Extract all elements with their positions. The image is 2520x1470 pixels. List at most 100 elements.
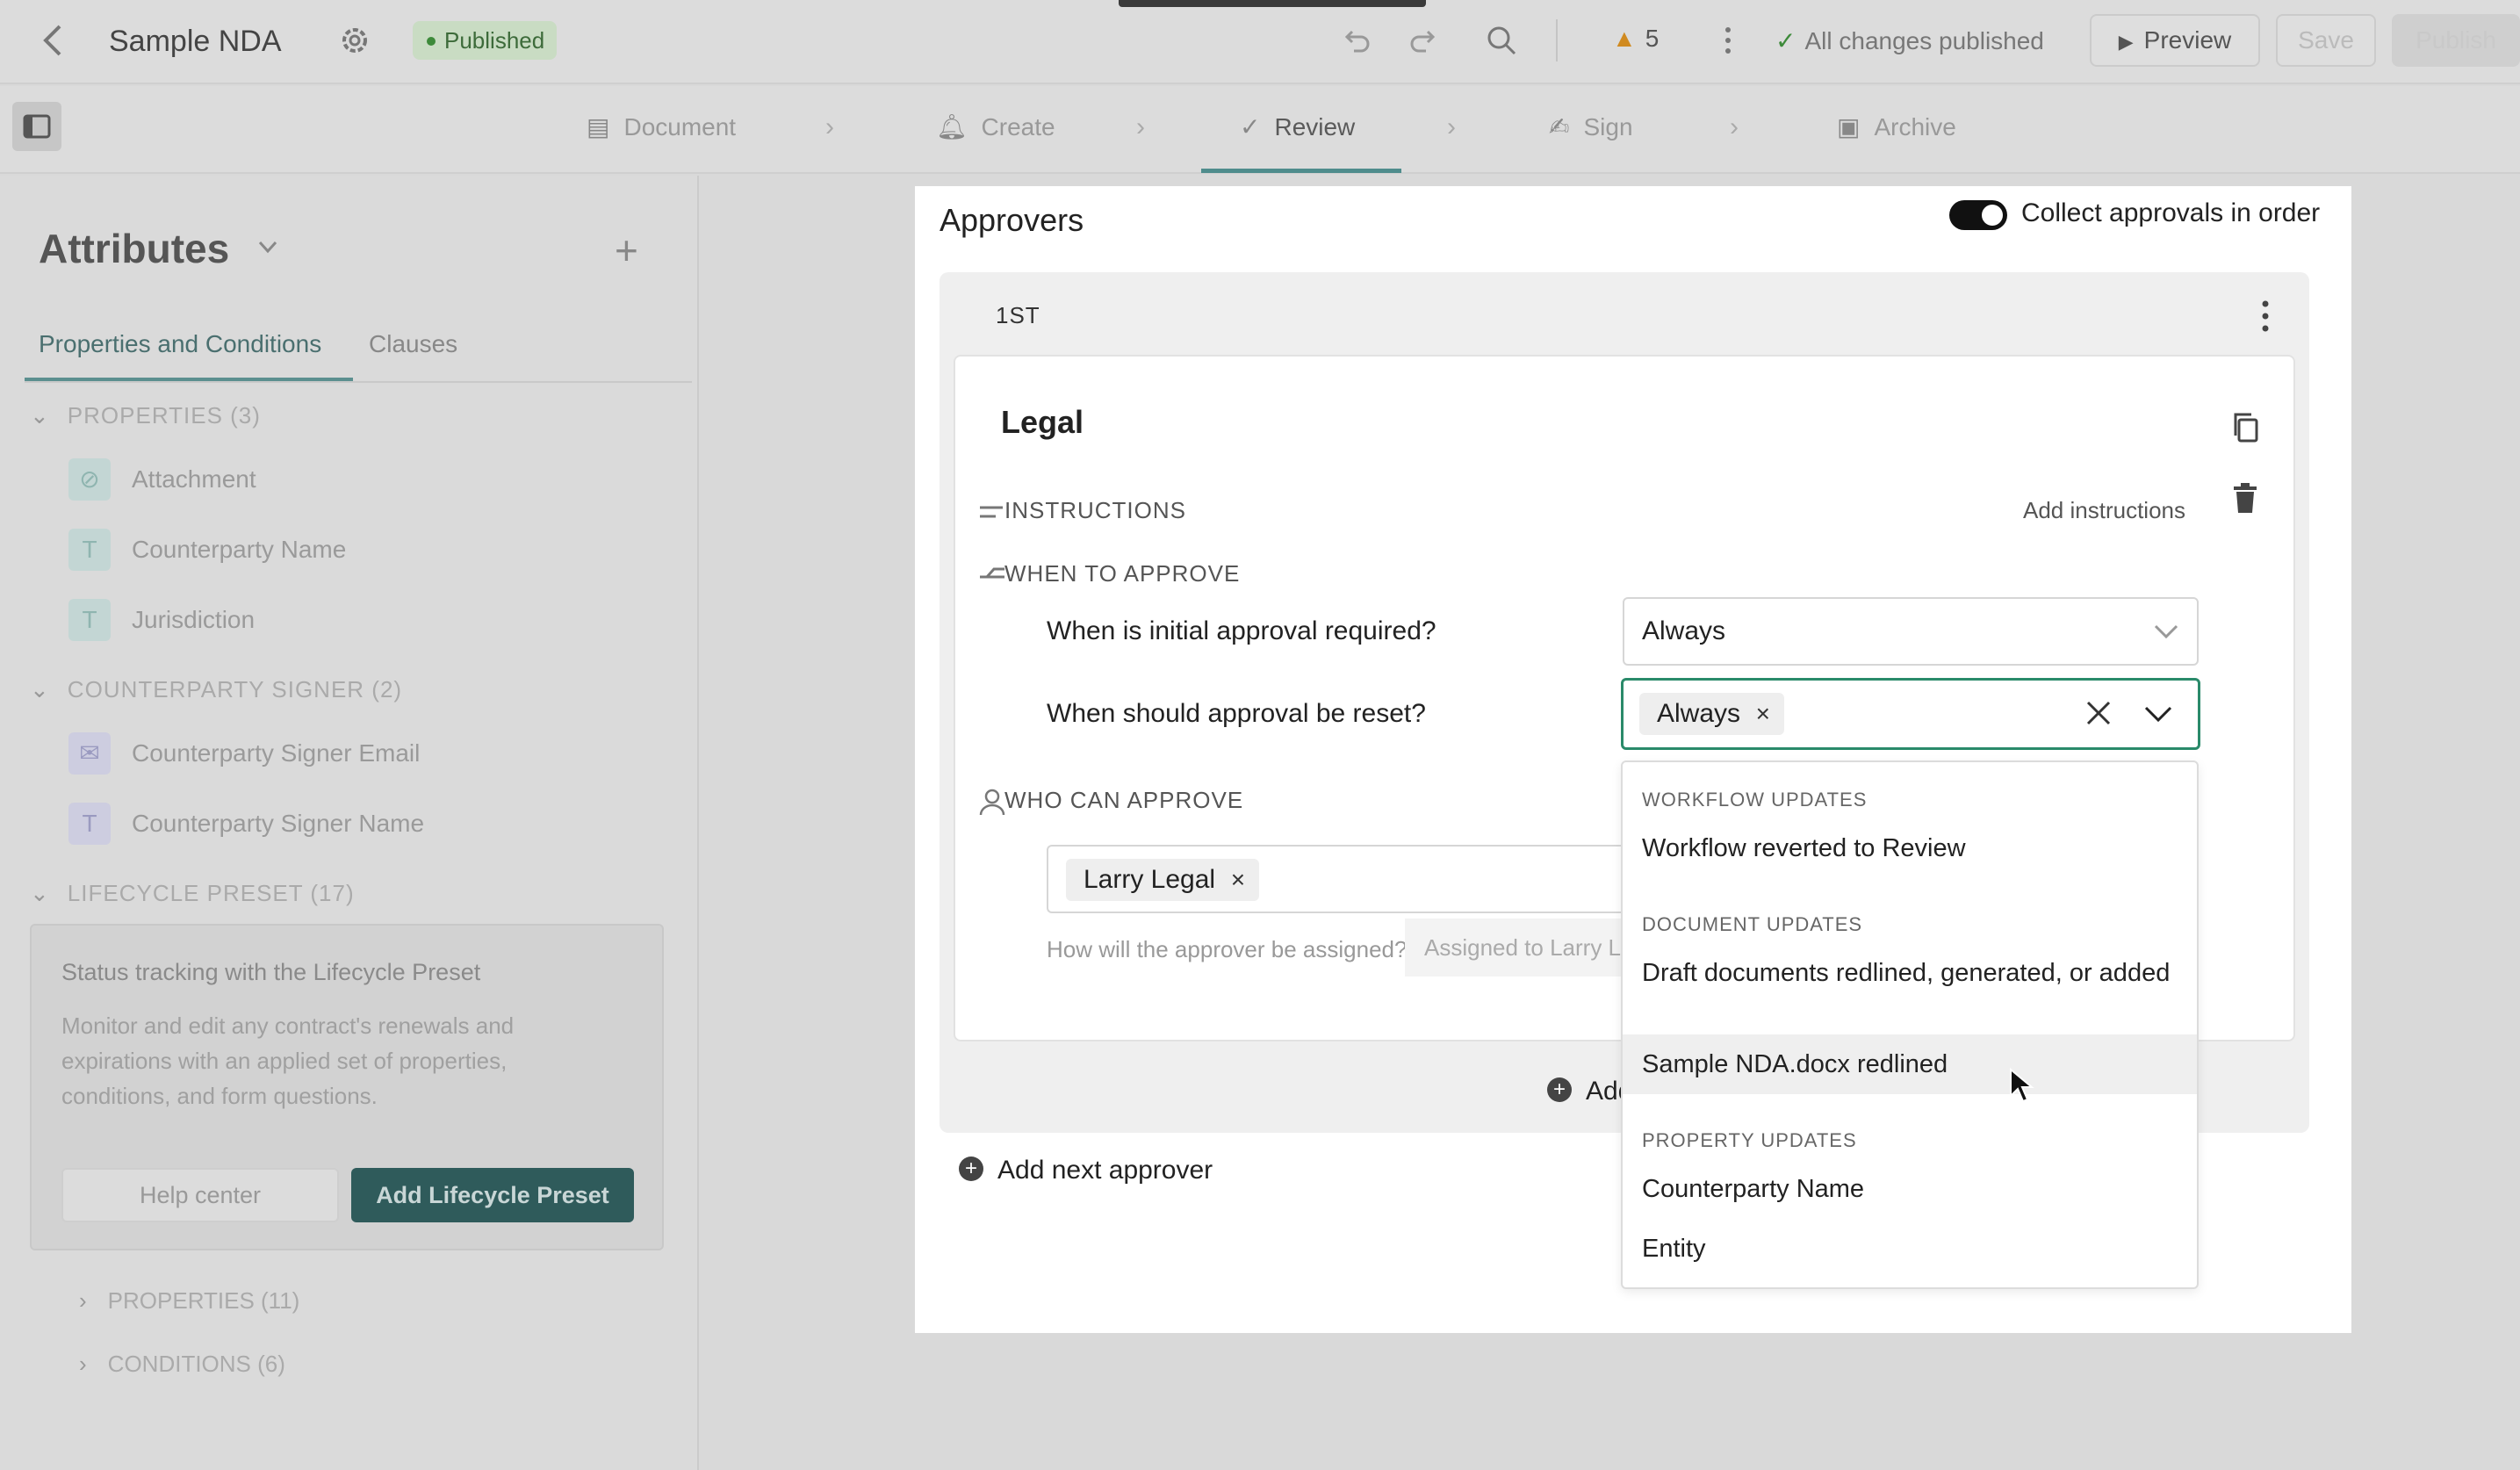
reset-approval-question: When should approval be reset?	[1047, 699, 1426, 728]
add-instructions-link[interactable]: Add instructions	[2023, 497, 2185, 524]
sidebar-toggle-button[interactable]	[12, 102, 61, 151]
chevron-down-icon	[2154, 624, 2178, 639]
step-label: Create	[981, 113, 1055, 141]
selected-chip: Always ×	[1639, 693, 1785, 735]
text-icon: T	[68, 803, 111, 845]
clear-icon[interactable]	[2084, 698, 2113, 728]
step-sign[interactable]: ✍︎ Sign	[1549, 112, 1633, 141]
add-next-approver-button[interactable]: + Add next approver	[959, 1156, 1213, 1185]
section-properties[interactable]: ⌄ PROPERTIES (3)	[30, 402, 261, 429]
chip-label: Always	[1657, 699, 1741, 728]
menu-item[interactable]: Workflow reverted to Review	[1623, 832, 2197, 864]
list-item-signer-name[interactable]: T Counterparty Signer Name	[68, 799, 424, 848]
panel-title[interactable]: Attributes	[39, 225, 229, 272]
active-tab-underline	[25, 378, 353, 381]
check-icon: ✓	[1775, 27, 1796, 54]
gear-icon[interactable]	[337, 23, 372, 58]
chevron-down-icon: ⌄	[30, 676, 50, 703]
lifecycle-promo-card: Status tracking with the Lifecycle Prese…	[30, 924, 664, 1250]
when-to-approve-label: WHEN TO APPROVE	[1004, 560, 1241, 587]
section-counterparty-signer[interactable]: ⌄ COUNTERPARTY SIGNER (2)	[30, 676, 402, 703]
step-label: Sign	[1583, 113, 1633, 141]
chevron-down-icon: ⌄	[30, 880, 50, 906]
add-next-label: Add next approver	[997, 1156, 1213, 1185]
plus-circle-icon: +	[1547, 1077, 1572, 1103]
redo-icon[interactable]	[1407, 23, 1442, 58]
remove-chip-icon[interactable]: ×	[1231, 859, 1245, 901]
chevron-right-icon: ›	[1730, 112, 1739, 141]
list-item-counterparty-name[interactable]: T Counterparty Name	[68, 525, 346, 574]
tab-clauses[interactable]: Clauses	[369, 330, 457, 358]
section-properties-collapsed[interactable]: › PROPERTIES (11)	[79, 1287, 299, 1315]
sidebar-icon	[23, 114, 51, 139]
workflow-steps: ▤ Document › 🔔︎ Create › ✓ Review › ✍︎ Sign …	[0, 86, 2520, 174]
chevron-down-icon[interactable]	[2143, 703, 2173, 724]
reset-options-menu: WORKFLOW UPDATES Workflow reverted to Re…	[1621, 760, 2199, 1289]
list-item-signer-email[interactable]: ✉ Counterparty Signer Email	[68, 729, 420, 778]
section-lifecycle-preset[interactable]: ⌄ LIFECYCLE PRESET (17)	[30, 880, 355, 907]
step-document[interactable]: ▤ Document	[587, 112, 736, 141]
help-center-button[interactable]: Help center	[61, 1168, 339, 1222]
preview-button[interactable]: ▶ Preview	[2090, 14, 2260, 67]
warnings-count: 5	[1645, 25, 1660, 52]
add-attribute-icon[interactable]: +	[615, 227, 638, 274]
list-item-jurisdiction[interactable]: T Jurisdiction	[68, 595, 255, 645]
search-icon[interactable]	[1484, 23, 1519, 58]
list-item-attachment[interactable]: ⊘ Attachment	[68, 455, 256, 504]
step-archive[interactable]: ▣ Archive	[1837, 112, 1956, 141]
publish-button[interactable]: Publish	[2392, 14, 2520, 67]
section-title: LIFECYCLE PRESET (17)	[67, 880, 355, 906]
step-create[interactable]: 🔔︎ Create	[936, 112, 1055, 141]
text-icon: T	[68, 529, 111, 571]
section-conditions-collapsed[interactable]: › CONDITIONS (6)	[79, 1351, 285, 1378]
preview-label: Preview	[2143, 26, 2232, 54]
step-label: Archive	[1874, 113, 1956, 141]
select-value: Always	[1642, 616, 1726, 645]
menu-item[interactable]: Draft documents redlined, generated, or …	[1623, 957, 2197, 989]
mouse-cursor-icon	[2010, 1068, 2034, 1103]
chevron-down-icon[interactable]	[255, 234, 281, 260]
copy-icon[interactable]	[2230, 411, 2262, 446]
assign-question: How will the approver be assigned?	[1047, 936, 1408, 962]
add-lifecycle-preset-button[interactable]: Add Lifecycle Preset	[351, 1168, 634, 1222]
back-arrow-icon[interactable]	[35, 21, 70, 60]
attributes-panel: Attributes + Properties and Conditions C…	[0, 176, 699, 1470]
reset-approval-select[interactable]: Always ×	[1621, 678, 2200, 750]
save-button[interactable]: Save	[2276, 14, 2376, 67]
assign-select[interactable]: Assigned to Larry L	[1405, 919, 1624, 976]
step-label: Document	[623, 113, 737, 141]
tab-properties-conditions[interactable]: Properties and Conditions	[39, 330, 321, 358]
undo-icon[interactable]	[1338, 23, 1373, 58]
email-icon: ✉	[68, 732, 111, 775]
bell-icon: 🔔︎	[936, 113, 968, 141]
remove-chip-icon[interactable]: ×	[1756, 693, 1770, 735]
instructions-label: INSTRUCTIONS	[1004, 497, 1186, 523]
more-options-icon[interactable]	[1710, 23, 1746, 58]
promo-text: Monitor and edit any contract's renewals…	[61, 1012, 515, 1109]
chevron-right-icon: ›	[79, 1351, 87, 1377]
text-icon: T	[68, 599, 111, 641]
promo-title: Status tracking with the Lifecycle Prese…	[61, 959, 481, 985]
top-bar: Sample NDA Published ▲ 5 ✓ All changes pub…	[0, 0, 2520, 84]
menu-group-title: DOCUMENT UPDATES	[1642, 913, 1863, 935]
approver-select[interactable]: Larry Legal ×	[1047, 845, 1626, 913]
chevron-right-icon: ›	[825, 112, 834, 141]
initial-approval-select[interactable]: Always	[1623, 597, 2199, 666]
step-review[interactable]: ✓ Review	[1240, 112, 1355, 141]
menu-item[interactable]: Counterparty Name	[1623, 1173, 2197, 1205]
branch-icon	[980, 567, 1004, 579]
collect-in-order-toggle[interactable]	[1949, 200, 2007, 230]
active-step-underline	[1201, 169, 1401, 173]
trash-icon[interactable]	[2230, 481, 2260, 515]
item-label: Counterparty Signer Email	[132, 739, 421, 767]
kebab-menu-icon[interactable]	[2257, 299, 2274, 334]
archive-icon: ▣	[1837, 113, 1861, 141]
document-title[interactable]: Sample NDA	[109, 25, 282, 59]
warnings-indicator[interactable]: ▲ 5	[1612, 25, 1659, 53]
approvers-title: Approvers	[940, 202, 1084, 238]
initial-approval-question: When is initial approval required?	[1047, 616, 1436, 645]
menu-item[interactable]: Entity	[1623, 1233, 2197, 1265]
approver-title[interactable]: Legal	[1001, 404, 1084, 441]
menu-item-hovered[interactable]: Sample NDA.docx redlined	[1623, 1034, 2197, 1094]
person-icon	[979, 789, 1005, 815]
